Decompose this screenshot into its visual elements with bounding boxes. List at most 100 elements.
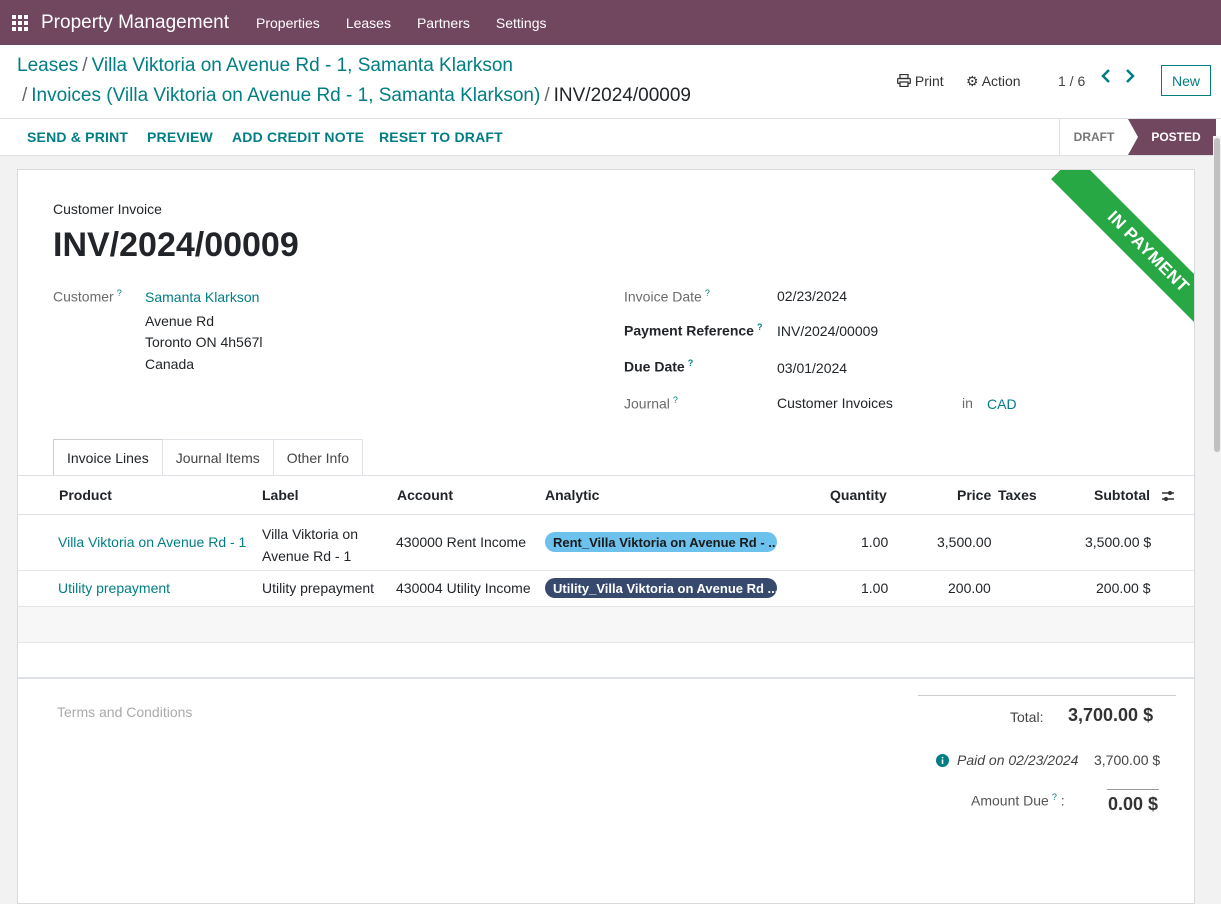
breadcrumb-line-2: / Invoices (Villa Viktoria on Avenue Rd -… bbox=[22, 85, 691, 107]
app-menu-button[interactable] bbox=[0, 0, 40, 45]
total-amount: 3,700.00 $ bbox=[1068, 705, 1154, 725]
amount-due-divider bbox=[1107, 789, 1159, 790]
invoice-date-field[interactable]: 02/23/2024 bbox=[777, 288, 847, 304]
printer-icon bbox=[897, 73, 911, 88]
top-navbar: Property Management Properties Leases Pa… bbox=[0, 0, 1221, 45]
preview-button[interactable]: PREVIEW bbox=[147, 129, 213, 145]
breadcrumb-current: INV/2024/00009 bbox=[553, 85, 691, 106]
help-icon[interactable]: ? bbox=[757, 322, 763, 332]
column-header-subtotal[interactable]: Subtotal bbox=[1094, 487, 1150, 503]
scrollbar-thumb[interactable] bbox=[1214, 138, 1220, 452]
breadcrumb-separator: / bbox=[22, 85, 28, 106]
pager-previous-button[interactable] bbox=[1101, 69, 1111, 88]
row-divider bbox=[18, 570, 1194, 571]
breadcrumb-separator: / bbox=[82, 55, 88, 76]
column-header-label[interactable]: Label bbox=[262, 487, 299, 503]
payment-reference-label: Payment Reference? bbox=[624, 322, 762, 339]
tab-divider bbox=[18, 475, 1194, 476]
pager-next-button[interactable] bbox=[1125, 69, 1135, 88]
help-icon[interactable]: ? bbox=[117, 288, 122, 298]
stage-posted[interactable]: POSTED bbox=[1128, 119, 1216, 155]
invoice-date-label-text: Invoice Date bbox=[624, 288, 702, 305]
send-print-button[interactable]: SEND & PRINT bbox=[27, 129, 128, 145]
invoice-number: INV/2024/00009 bbox=[53, 226, 299, 264]
currency-field[interactable]: CAD bbox=[987, 396, 1017, 412]
help-icon[interactable]: ? bbox=[688, 358, 694, 368]
breadcrumb: Leases / Villa Viktoria on Avenue Rd - 1, … bbox=[17, 55, 513, 77]
column-header-taxes[interactable]: Taxes bbox=[998, 487, 1037, 503]
print-label: Print bbox=[914, 73, 944, 89]
payment-status-ribbon: IN PAYMENT bbox=[1051, 170, 1194, 349]
terms-and-conditions-field[interactable]: Terms and Conditions bbox=[57, 704, 192, 720]
row-1-product[interactable]: Villa Viktoria on Avenue Rd - 1 bbox=[58, 534, 246, 550]
row-2-account[interactable]: 430004 Utility Income bbox=[396, 580, 531, 596]
row-1-account[interactable]: 430000 Rent Income bbox=[396, 534, 526, 550]
menu-settings[interactable]: Settings bbox=[483, 15, 560, 31]
breadcrumb-separator: / bbox=[544, 85, 550, 106]
info-circle-icon bbox=[936, 754, 949, 767]
row-1-analytic-tag[interactable]: Rent_Villa Viktoria on Avenue Rd - ... bbox=[545, 532, 777, 552]
payment-reference-field[interactable]: INV/2024/00009 bbox=[777, 323, 878, 339]
help-icon[interactable]: ? bbox=[673, 395, 678, 405]
journal-field[interactable]: Customer Invoices bbox=[777, 395, 893, 411]
chevron-left-icon bbox=[1101, 69, 1110, 83]
column-header-quantity[interactable]: Quantity bbox=[830, 487, 887, 503]
stage-draft[interactable]: DRAFT bbox=[1060, 119, 1128, 155]
status-bar: SEND & PRINT PREVIEW ADD CREDIT NOTE RES… bbox=[0, 119, 1221, 156]
journal-label-text: Journal bbox=[624, 395, 670, 412]
new-button[interactable]: New bbox=[1161, 65, 1211, 96]
print-button[interactable]: Print bbox=[897, 73, 944, 89]
customer-label: Customer? bbox=[53, 288, 122, 305]
menu-properties[interactable]: Properties bbox=[243, 15, 333, 31]
due-date-label-text: Due Date bbox=[624, 358, 685, 375]
paid-amount: 3,700.00 $ bbox=[1094, 752, 1161, 768]
column-header-account[interactable]: Account bbox=[397, 487, 453, 503]
row-1-label[interactable]: Villa Viktoria on Avenue Rd - 1 bbox=[262, 523, 390, 567]
row-2-quantity[interactable]: 1.00 bbox=[861, 580, 888, 596]
column-header-price[interactable]: Price bbox=[957, 487, 991, 503]
row-2-product[interactable]: Utility prepayment bbox=[58, 580, 170, 596]
add-credit-note-button[interactable]: ADD CREDIT NOTE bbox=[232, 129, 364, 145]
row-2-label[interactable]: Utility prepayment bbox=[262, 580, 374, 596]
tab-invoice-lines[interactable]: Invoice Lines bbox=[53, 439, 163, 475]
breadcrumb-leases[interactable]: Leases bbox=[17, 55, 78, 76]
row-1-quantity[interactable]: 1.00 bbox=[861, 534, 888, 550]
document-type: Customer Invoice bbox=[53, 201, 162, 217]
customer-name[interactable]: Samanta Klarkson bbox=[145, 289, 259, 305]
app-name[interactable]: Property Management bbox=[41, 12, 229, 34]
chevron-right-icon bbox=[1126, 69, 1135, 83]
gear-icon: ⚙ bbox=[966, 73, 979, 89]
reset-to-draft-button[interactable]: RESET TO DRAFT bbox=[379, 129, 503, 145]
due-date-label: Due Date? bbox=[624, 358, 693, 375]
tab-journal-items[interactable]: Journal Items bbox=[161, 439, 274, 475]
row-divider bbox=[18, 642, 1194, 643]
menu-partners[interactable]: Partners bbox=[404, 15, 483, 31]
help-icon[interactable]: ? bbox=[705, 288, 710, 298]
due-date-field[interactable]: 03/01/2024 bbox=[777, 360, 847, 376]
pager-value[interactable]: 1 / 6 bbox=[1058, 73, 1085, 89]
row-1-price[interactable]: 3,500.00 bbox=[937, 534, 992, 550]
breadcrumb-invoices[interactable]: Invoices (Villa Viktoria on Avenue Rd - … bbox=[31, 85, 540, 106]
row-2-analytic-tag[interactable]: Utility_Villa Viktoria on Avenue Rd ... bbox=[545, 578, 777, 598]
stage-posted-label: POSTED bbox=[1151, 130, 1201, 144]
add-line-row[interactable] bbox=[18, 607, 1194, 642]
column-header-product[interactable]: Product bbox=[59, 487, 112, 503]
payment-info-button[interactable] bbox=[936, 753, 949, 769]
breadcrumb-lease[interactable]: Villa Viktoria on Avenue Rd - 1, Samanta… bbox=[92, 55, 513, 76]
menu-leases[interactable]: Leases bbox=[333, 15, 404, 31]
total-label: Total: bbox=[1010, 709, 1044, 725]
customer-address-line-2: Toronto ON 4h567l bbox=[145, 334, 263, 350]
totals-divider bbox=[918, 695, 1176, 696]
help-icon[interactable]: ? bbox=[1052, 792, 1057, 802]
optional-columns-icon[interactable] bbox=[1161, 489, 1175, 503]
action-button[interactable]: ⚙ Action bbox=[966, 73, 1021, 90]
action-label: Action bbox=[981, 73, 1021, 89]
row-2-price[interactable]: 200.00 bbox=[948, 580, 991, 596]
tab-other-info[interactable]: Other Info bbox=[272, 439, 364, 475]
column-header-analytic[interactable]: Analytic bbox=[545, 487, 599, 503]
amount-due-value: 0.00 $ bbox=[1108, 794, 1159, 814]
customer-address-line-1: Avenue Rd bbox=[145, 313, 215, 329]
control-panel: Leases / Villa Viktoria on Avenue Rd - 1, … bbox=[0, 45, 1221, 119]
header-divider bbox=[18, 514, 1194, 515]
row-2-subtotal: 200.00 $ bbox=[1096, 580, 1151, 596]
